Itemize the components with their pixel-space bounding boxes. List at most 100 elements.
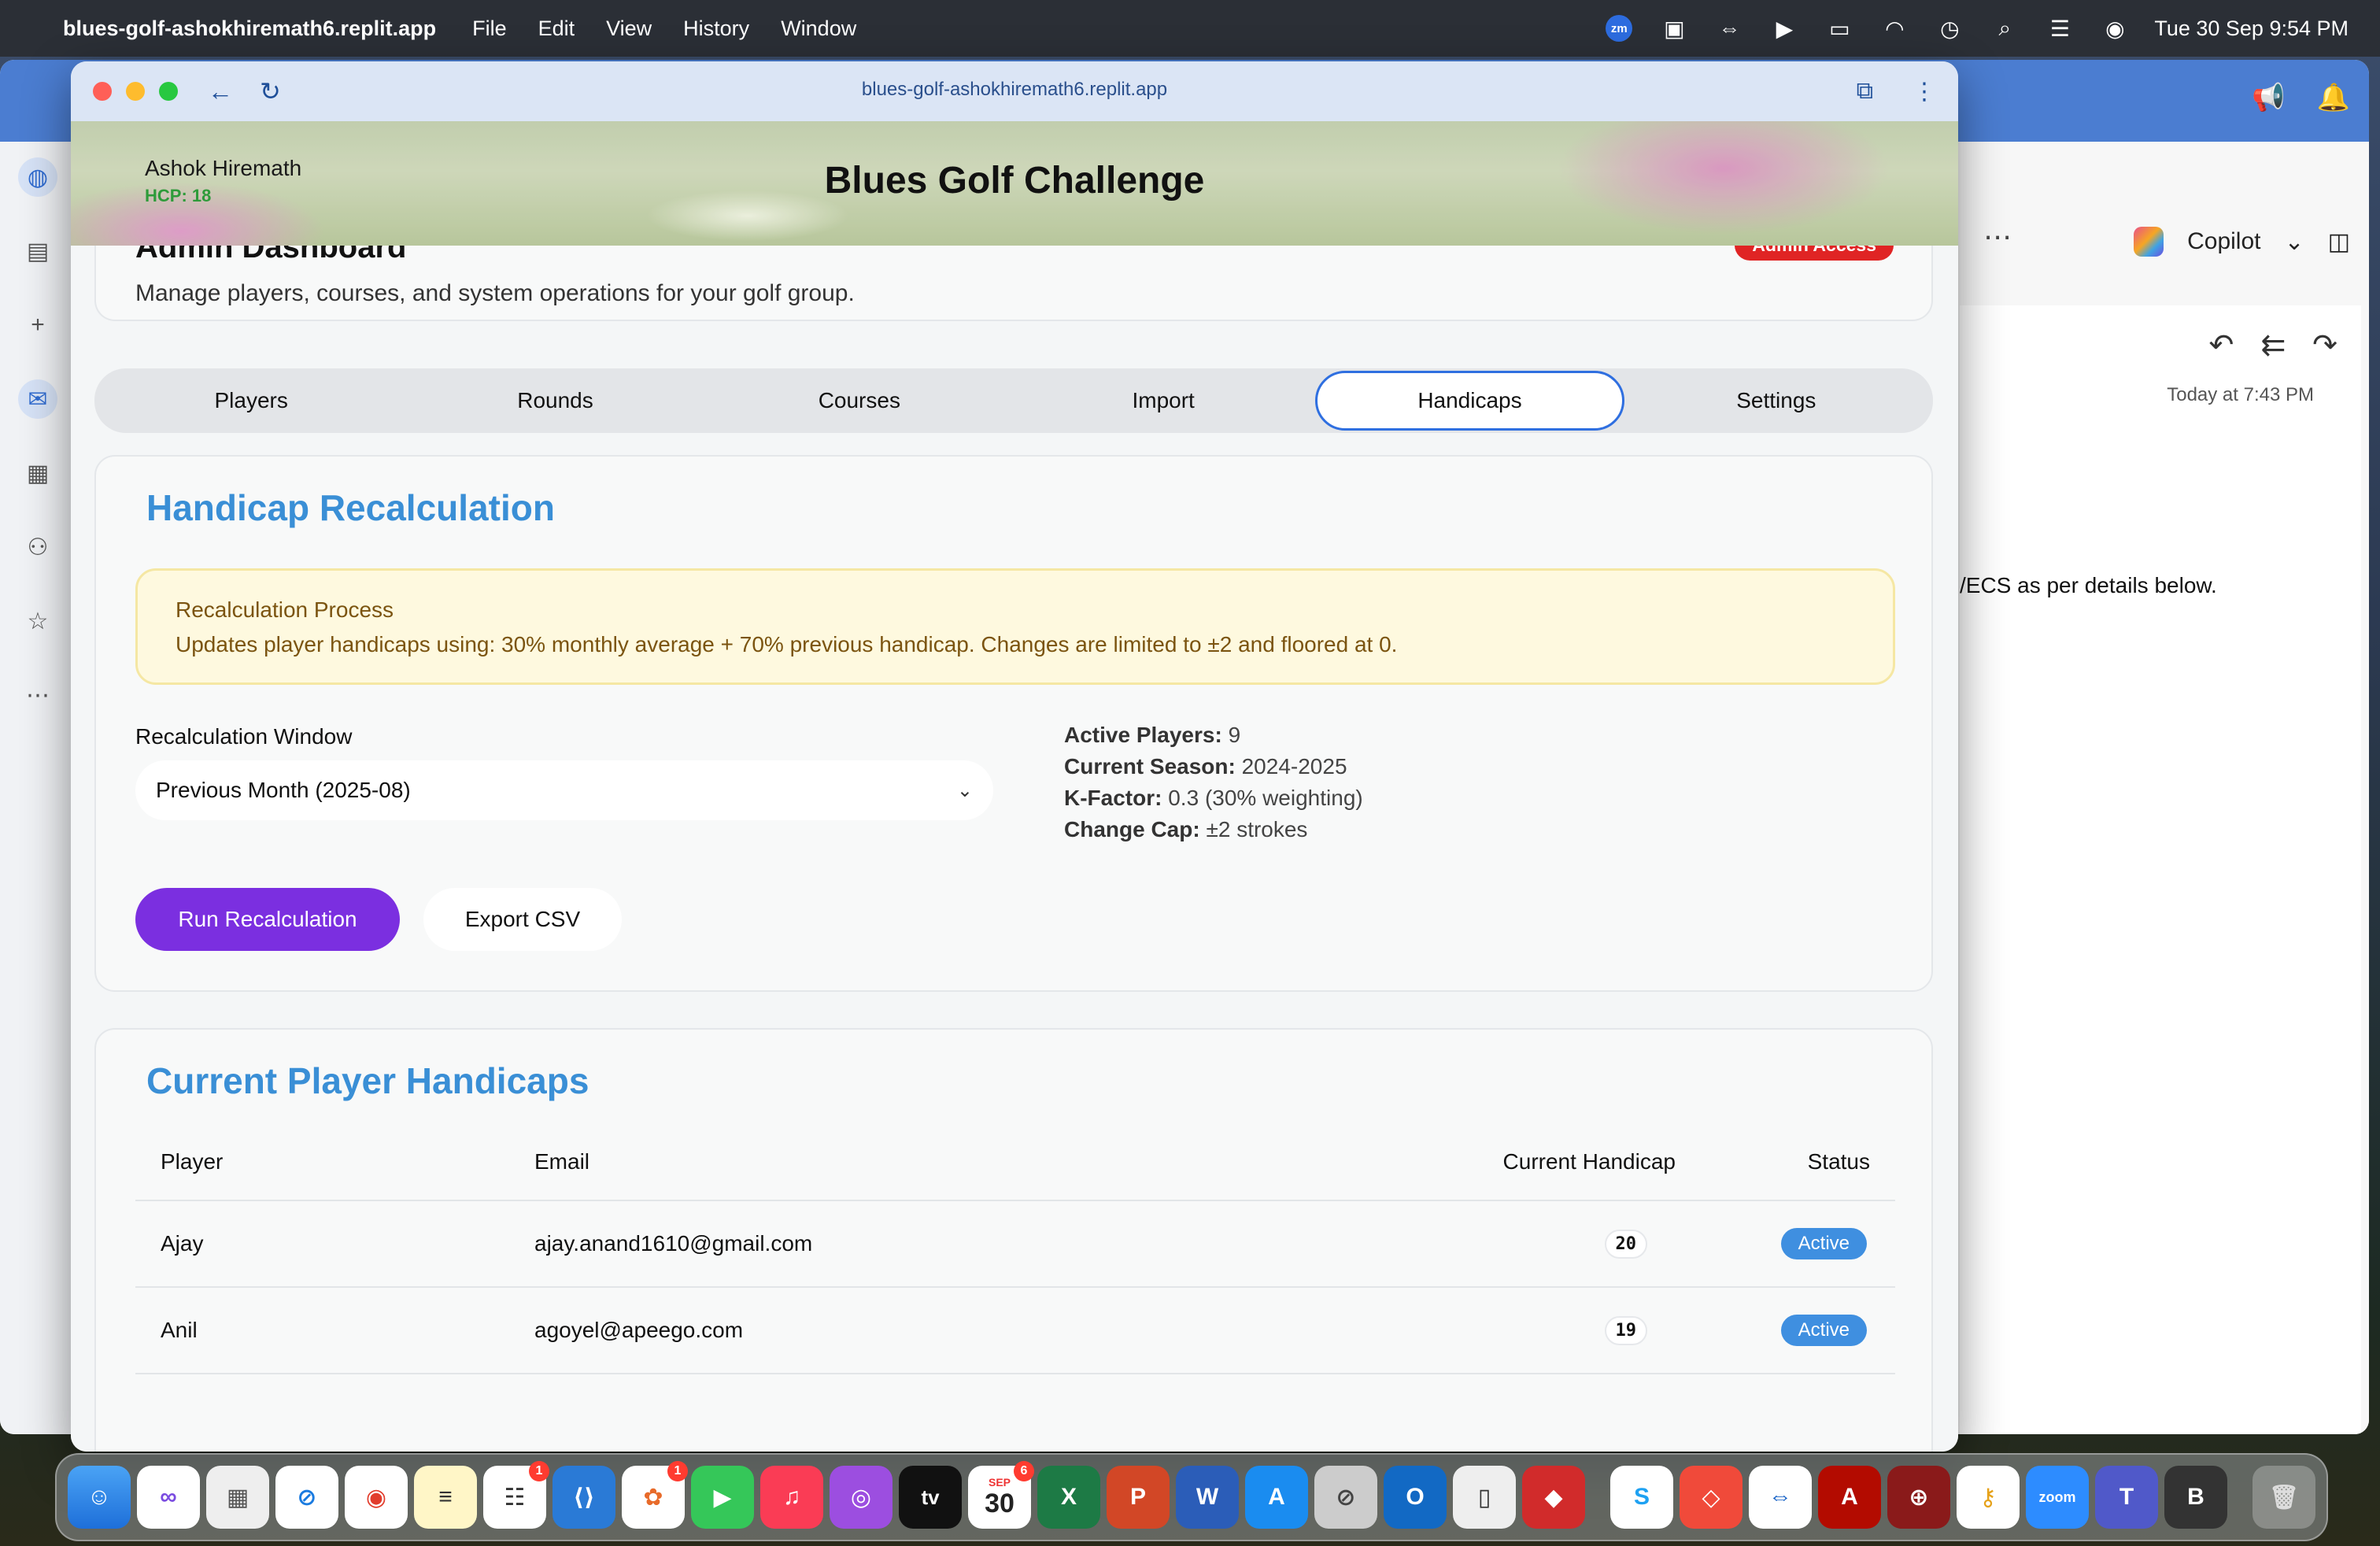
capture-icon[interactable]: ⊕ <box>1887 1466 1950 1529</box>
notes-icon[interactable]: ≡ <box>414 1466 477 1529</box>
launchpad-icon[interactable]: ▦ <box>206 1466 269 1529</box>
keychain-icon[interactable]: ⚷ <box>1957 1466 2020 1529</box>
copilot-label[interactable]: Copilot <box>2187 228 2260 255</box>
tab-import[interactable]: Import <box>1011 371 1315 431</box>
tab-courses[interactable]: Courses <box>708 371 1011 431</box>
stat-label: Current Season: <box>1064 754 1236 779</box>
anydesk-icon[interactable]: ◇ <box>1680 1466 1743 1529</box>
mail-icon[interactable]: ✉ <box>18 379 57 419</box>
tab-handicaps[interactable]: Handicaps <box>1315 371 1624 431</box>
wifi-icon[interactable]: ◠ <box>1879 13 1910 44</box>
briefcase-icon[interactable]: ▤ <box>18 231 57 271</box>
bbedit-icon[interactable]: B <box>2164 1466 2227 1529</box>
window-label: Recalculation Window <box>135 724 353 749</box>
recalculation-notice: Recalculation Process Updates player han… <box>135 568 1895 685</box>
zoom-icon[interactable]: zoom <box>2026 1466 2089 1529</box>
chevron-down-icon[interactable]: ⌄ <box>2285 228 2304 256</box>
reply-icon[interactable]: ↶ <box>2208 327 2234 363</box>
trash-icon[interactable]: 🗑 <box>2252 1466 2315 1529</box>
calendar-icon[interactable]: SEP 30 6 <box>968 1461 1034 1529</box>
export-csv-button[interactable]: Export CSV <box>423 888 622 951</box>
bell-icon[interactable]: 🔔 <box>2317 82 2350 113</box>
acrobat-icon[interactable]: A <box>1818 1466 1881 1529</box>
run-recalculation-button[interactable]: Run Recalculation <box>135 888 400 951</box>
finder-icon[interactable]: ☺ <box>68 1466 131 1529</box>
browser-menu-icon[interactable]: ⋮ <box>1913 78 1936 105</box>
control-center-icon[interactable]: ☰ <box>2044 13 2075 44</box>
podcasts-icon[interactable]: ◎ <box>830 1466 893 1529</box>
screen-share-icon[interactable]: ▣ <box>1658 13 1690 44</box>
copilot-icon[interactable] <box>2134 227 2164 257</box>
reply-all-icon[interactable]: ⇇ <box>2260 327 2286 363</box>
table-row[interactable]: Ajay ajay.anand1610@gmail.com 20 Active <box>135 1201 1895 1288</box>
zoom-window-button[interactable] <box>159 82 178 101</box>
notice-title: Recalculation Process <box>176 597 394 622</box>
reload-icon[interactable]: ↻ <box>260 76 281 106</box>
recalculation-window-select[interactable]: Previous Month (2025-08) ⌄ <box>135 760 993 820</box>
vscode-icon[interactable]: ⟨⟩ <box>552 1466 615 1529</box>
menu-window[interactable]: Window <box>781 17 856 41</box>
menu-edit[interactable]: Edit <box>538 17 575 41</box>
word-icon[interactable]: W <box>1176 1466 1239 1529</box>
outlook-icon[interactable]: O <box>1384 1466 1447 1529</box>
stat-label: Active Players: <box>1064 723 1222 747</box>
panel-toggle-icon[interactable]: ◫ <box>2328 228 2350 256</box>
column-header-email[interactable]: Email <box>534 1149 1321 1174</box>
menu-history[interactable]: History <box>683 17 749 41</box>
megaphone-icon[interactable]: 📢 <box>2252 82 2285 113</box>
creative-cloud-icon[interactable]: ∞ <box>137 1466 200 1529</box>
address-bar[interactable]: blues-golf-ashokhiremath6.replit.app <box>71 79 1958 101</box>
handicaps-table: Player Email Current Handicap Status Aja… <box>135 1124 1895 1374</box>
table-header: Player Email Current Handicap Status <box>135 1124 1895 1201</box>
time-machine-icon[interactable]: ◷ <box>1934 13 1965 44</box>
menubar-clock[interactable]: Tue 30 Sep 9:54 PM <box>2154 17 2349 41</box>
chrome-icon[interactable]: ◉ <box>345 1466 408 1529</box>
people-icon[interactable]: ⚇ <box>18 527 57 567</box>
column-header-player[interactable]: Player <box>135 1149 534 1174</box>
teams-icon[interactable]: T <box>2095 1466 2158 1529</box>
menu-view[interactable]: View <box>606 17 652 41</box>
column-header-status[interactable]: Status <box>1676 1149 1895 1174</box>
close-window-button[interactable] <box>93 82 112 101</box>
iphone-mirroring-icon[interactable]: ▯ <box>1453 1466 1516 1529</box>
tab-players[interactable]: Players <box>99 371 403 431</box>
menubar-app-name[interactable]: blues-golf-ashokhiremath6.replit.app <box>63 17 436 41</box>
minimize-window-button[interactable] <box>126 82 145 101</box>
menu-file[interactable]: File <box>472 17 507 41</box>
apple-tv-icon[interactable]: tv <box>899 1466 962 1529</box>
star-icon[interactable]: ☆ <box>18 601 57 641</box>
teamviewer-icon[interactable]: ⇔ <box>1713 13 1745 44</box>
table-row[interactable]: Anil agoyel@apeego.com 19 Active <box>135 1288 1895 1374</box>
status-badge: Active <box>1780 1228 1867 1259</box>
message-time: Today at 7:43 PM <box>2167 384 2314 405</box>
more-options-icon[interactable]: ⋯ <box>1983 220 2012 253</box>
column-header-handicap[interactable]: Current Handicap <box>1321 1149 1676 1174</box>
more-icon[interactable]: ⋯ <box>18 675 57 715</box>
add-icon[interactable]: + <box>18 305 57 345</box>
photos-icon[interactable]: ✿ 1 <box>622 1461 688 1529</box>
app-store-icon[interactable]: A <box>1245 1466 1308 1529</box>
reminders-icon[interactable]: ☷ 1 <box>483 1461 549 1529</box>
safari-icon[interactable]: ⊘ <box>275 1466 338 1529</box>
zoom-status-icon[interactable]: zm <box>1603 13 1635 44</box>
forward-icon[interactable]: ↷ <box>2312 327 2338 363</box>
reminders-badge: 1 <box>529 1461 549 1481</box>
excel-icon[interactable]: X <box>1037 1466 1100 1529</box>
spotlight-icon[interactable]: ⌕ <box>1989 13 2020 44</box>
battery-icon[interactable]: ▭ <box>1824 13 1855 44</box>
powerpoint-icon[interactable]: P <box>1107 1466 1170 1529</box>
calendar-icon[interactable]: ▦ <box>18 453 57 493</box>
music-icon[interactable]: ♫ <box>760 1466 823 1529</box>
back-arrow-icon[interactable]: ← <box>208 77 233 106</box>
tab-settings[interactable]: Settings <box>1624 371 1928 431</box>
globe-icon[interactable]: ◍ <box>18 157 57 197</box>
tab-rounds[interactable]: Rounds <box>403 371 707 431</box>
teamviewer-dock-icon[interactable]: ⇔ <box>1749 1466 1812 1529</box>
sketchup-icon[interactable]: ◆ <box>1522 1466 1585 1529</box>
skype-icon[interactable]: S <box>1610 1466 1673 1529</box>
extensions-icon[interactable]: ⧉ <box>1857 78 1873 105</box>
siri-icon[interactable]: ◉ <box>2099 13 2131 44</box>
facetime-icon[interactable]: ▶ <box>691 1466 754 1529</box>
play-icon[interactable]: ▶ <box>1768 13 1800 44</box>
blocked-app-icon[interactable]: ⊘ <box>1314 1466 1377 1529</box>
